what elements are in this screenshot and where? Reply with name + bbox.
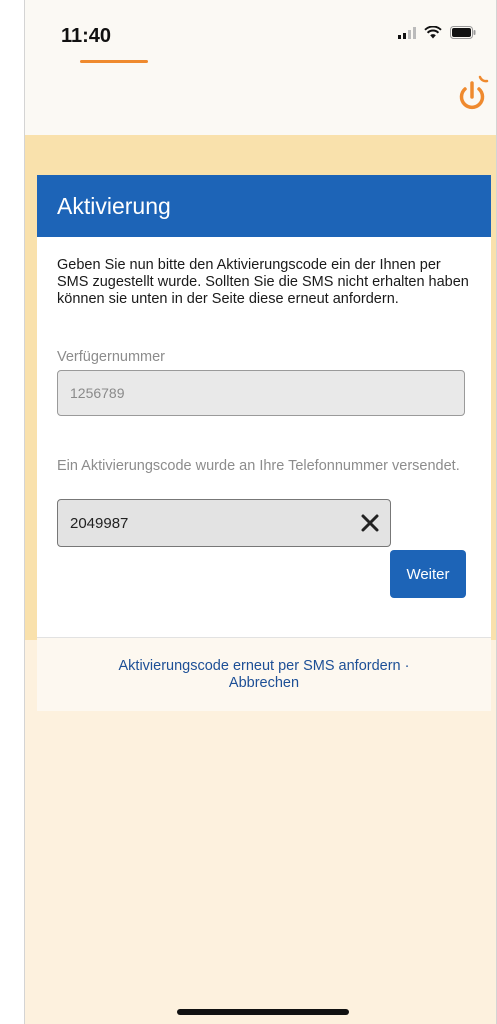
card-body: Geben Sie nun bitte den Aktivierungscode… xyxy=(37,237,491,638)
activation-card: Aktivierung Geben Sie nun bitte den Akti… xyxy=(37,175,491,638)
footer-links: Aktivierungscode erneut per SMS anforder… xyxy=(37,637,491,711)
cellular-signal-icon xyxy=(398,26,416,39)
activation-code-value: 2049987 xyxy=(70,514,129,532)
account-number-label: Verfügernummer xyxy=(57,349,165,365)
cancel-link[interactable]: Abbrechen xyxy=(229,675,299,691)
link-separator: · xyxy=(400,658,410,674)
app-header xyxy=(25,80,496,135)
account-number-value: 1256789 xyxy=(70,385,125,401)
resend-code-link[interactable]: Aktivierungscode erneut per SMS anforder… xyxy=(119,658,401,674)
activation-code-input[interactable]: 2049987 xyxy=(57,499,391,547)
status-icons xyxy=(398,26,476,39)
clear-icon[interactable] xyxy=(360,513,380,533)
account-number-field[interactable]: 1256789 xyxy=(57,370,465,416)
phone-screen: 11:40 Aktivierung Geben Sie nun bitte de… xyxy=(24,0,497,1024)
intro-text: Geben Sie nun bitte den Aktivierungscode… xyxy=(57,257,469,307)
home-indicator[interactable] xyxy=(177,1009,349,1015)
status-bar: 11:40 xyxy=(25,0,496,80)
battery-icon xyxy=(450,26,476,39)
wifi-icon xyxy=(424,26,442,39)
code-sent-label: Ein Aktivierungscode wurde an Ihre Telef… xyxy=(57,458,460,474)
page-title: Aktivierung xyxy=(57,192,171,219)
card-header: Aktivierung xyxy=(37,175,491,237)
status-time: 11:40 xyxy=(61,25,112,47)
submit-button[interactable]: Weiter xyxy=(390,550,466,598)
power-icon[interactable] xyxy=(456,75,490,113)
tab-indicator xyxy=(80,60,148,63)
